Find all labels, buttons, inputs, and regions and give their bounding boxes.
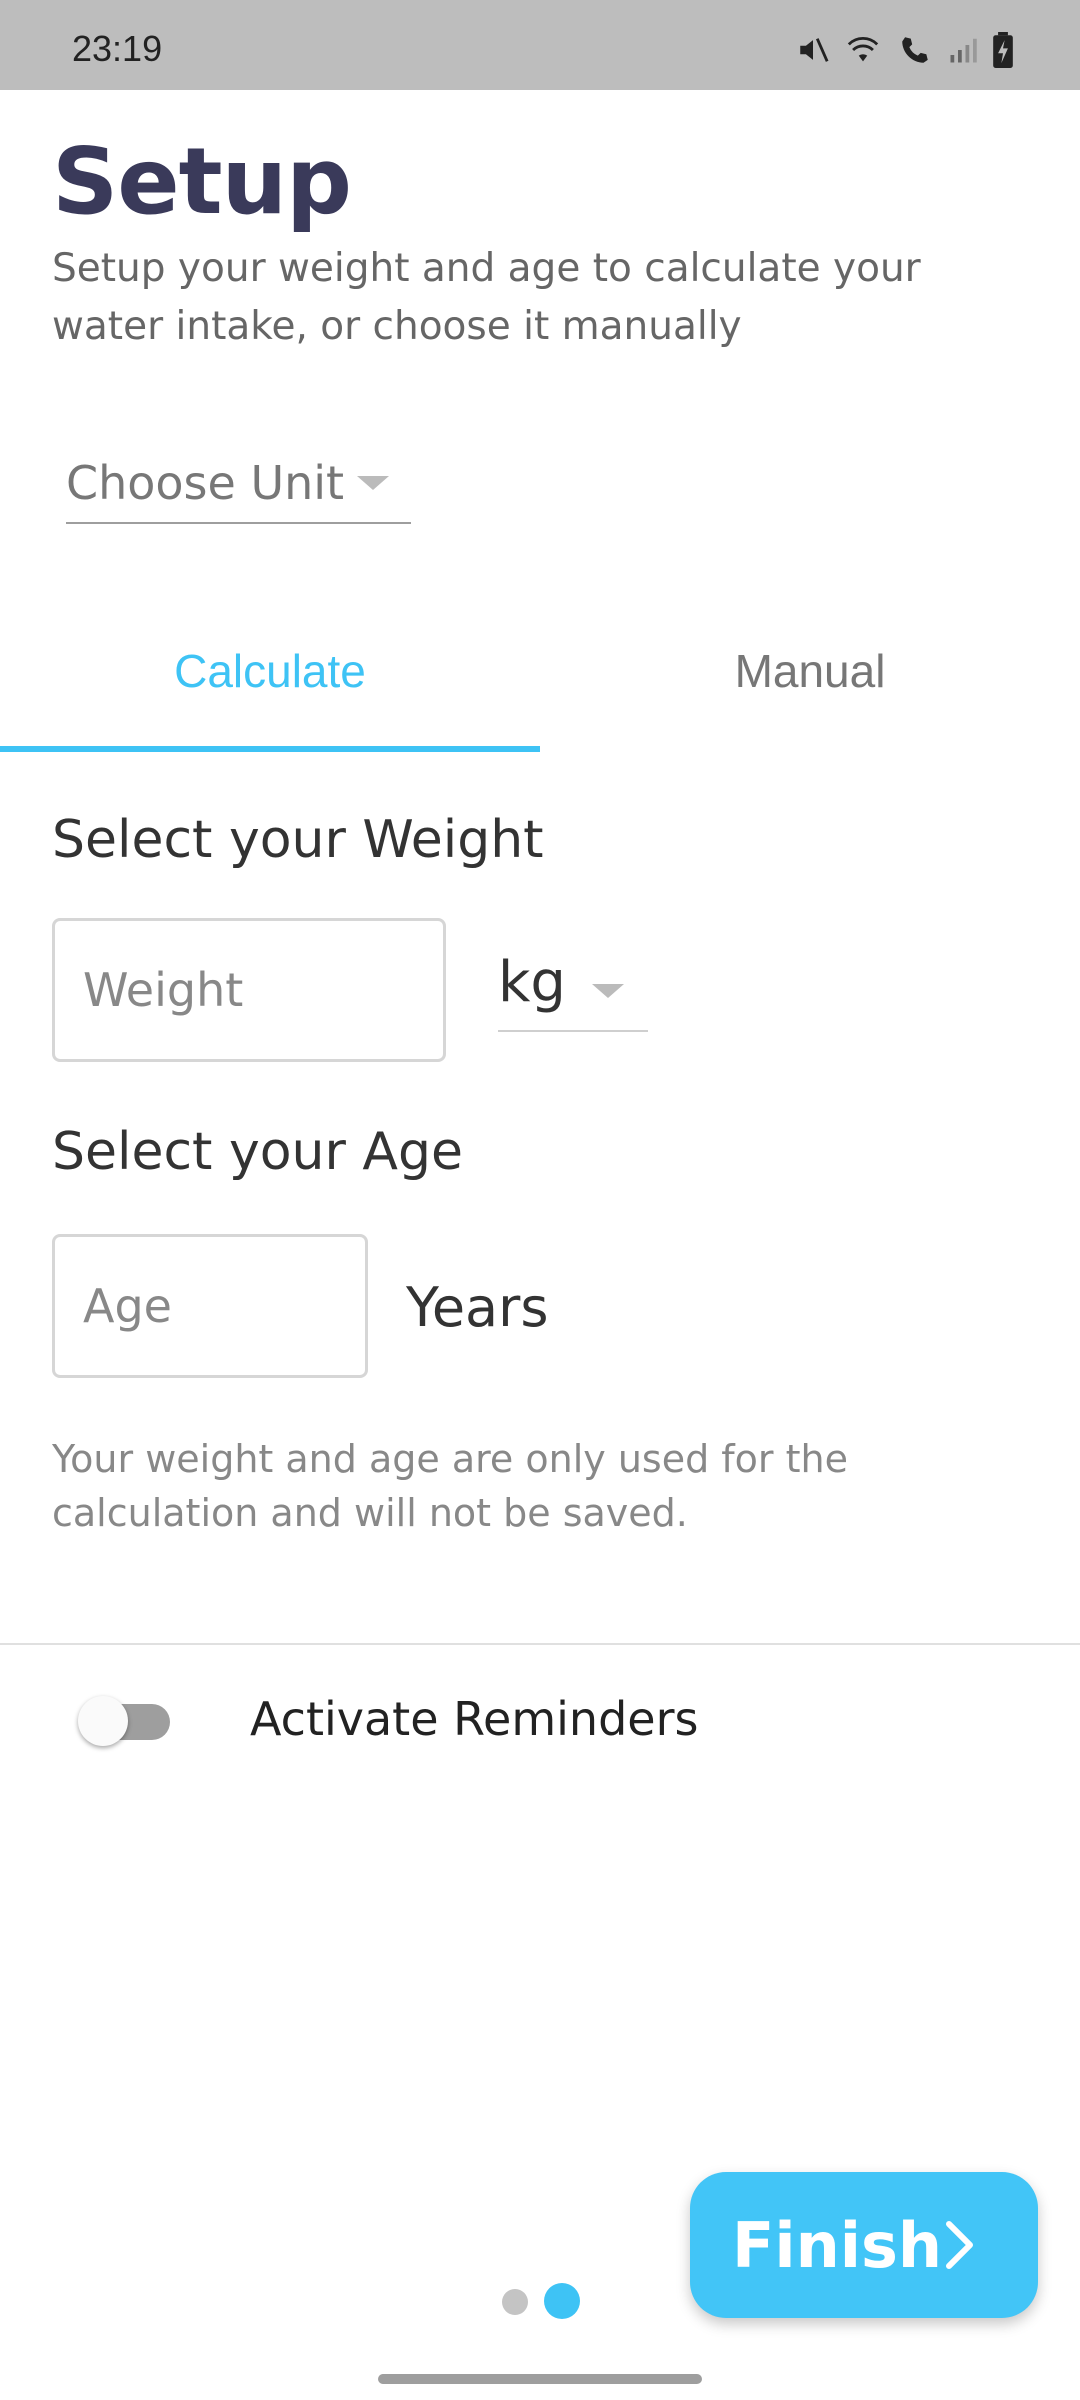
finish-button[interactable]: Finish <box>690 2172 1038 2318</box>
mode-tabs: Calculate Manual <box>0 600 1080 752</box>
mute-icon <box>800 38 829 62</box>
age-unit-label: Years <box>406 1276 549 1339</box>
page-dot-2-active <box>544 2283 580 2319</box>
caret-down-icon <box>592 984 624 998</box>
toggle-thumb <box>78 1696 128 1746</box>
battery-charging-icon <box>993 32 1013 68</box>
page-dot-1 <box>502 2289 528 2315</box>
unit-dropdown[interactable]: Choose Unit <box>66 448 411 524</box>
privacy-note: Your weight and age are only used for th… <box>52 1437 848 1535</box>
weight-input[interactable]: Weight <box>52 918 446 1062</box>
finish-label: Finish <box>732 2208 943 2282</box>
status-icons <box>796 30 1014 70</box>
age-placeholder: Age <box>83 1279 172 1333</box>
age-heading: Select your Age <box>52 1122 463 1182</box>
weight-unit-label: kg <box>498 950 566 1015</box>
reminders-label: Activate Reminders <box>250 1692 699 1746</box>
page-subtitle: Setup your weight and age to calculate y… <box>52 246 921 349</box>
chevron-right-icon <box>946 2221 973 2269</box>
divider <box>0 1643 1080 1645</box>
reminders-toggle[interactable] <box>78 1696 174 1746</box>
tab-manual[interactable]: Manual <box>540 600 1080 752</box>
tab-indicator <box>0 746 540 752</box>
weight-heading: Select your Weight <box>52 810 544 870</box>
caret-down-icon <box>357 476 389 490</box>
page-title: Setup <box>52 128 352 235</box>
signal-icon <box>950 38 977 63</box>
age-input[interactable]: Age <box>52 1234 368 1378</box>
status-bar: 23:19 <box>0 0 1080 90</box>
weight-placeholder: Weight <box>83 963 244 1017</box>
status-time: 23:19 <box>72 28 163 69</box>
wifi-calling-icon <box>902 37 928 63</box>
home-indicator[interactable] <box>378 2374 702 2384</box>
weight-unit-dropdown[interactable]: kg <box>498 950 648 1032</box>
tab-calculate[interactable]: Calculate <box>0 600 540 752</box>
unit-dropdown-label: Choose Unit <box>66 456 345 510</box>
wifi-icon <box>847 37 879 62</box>
